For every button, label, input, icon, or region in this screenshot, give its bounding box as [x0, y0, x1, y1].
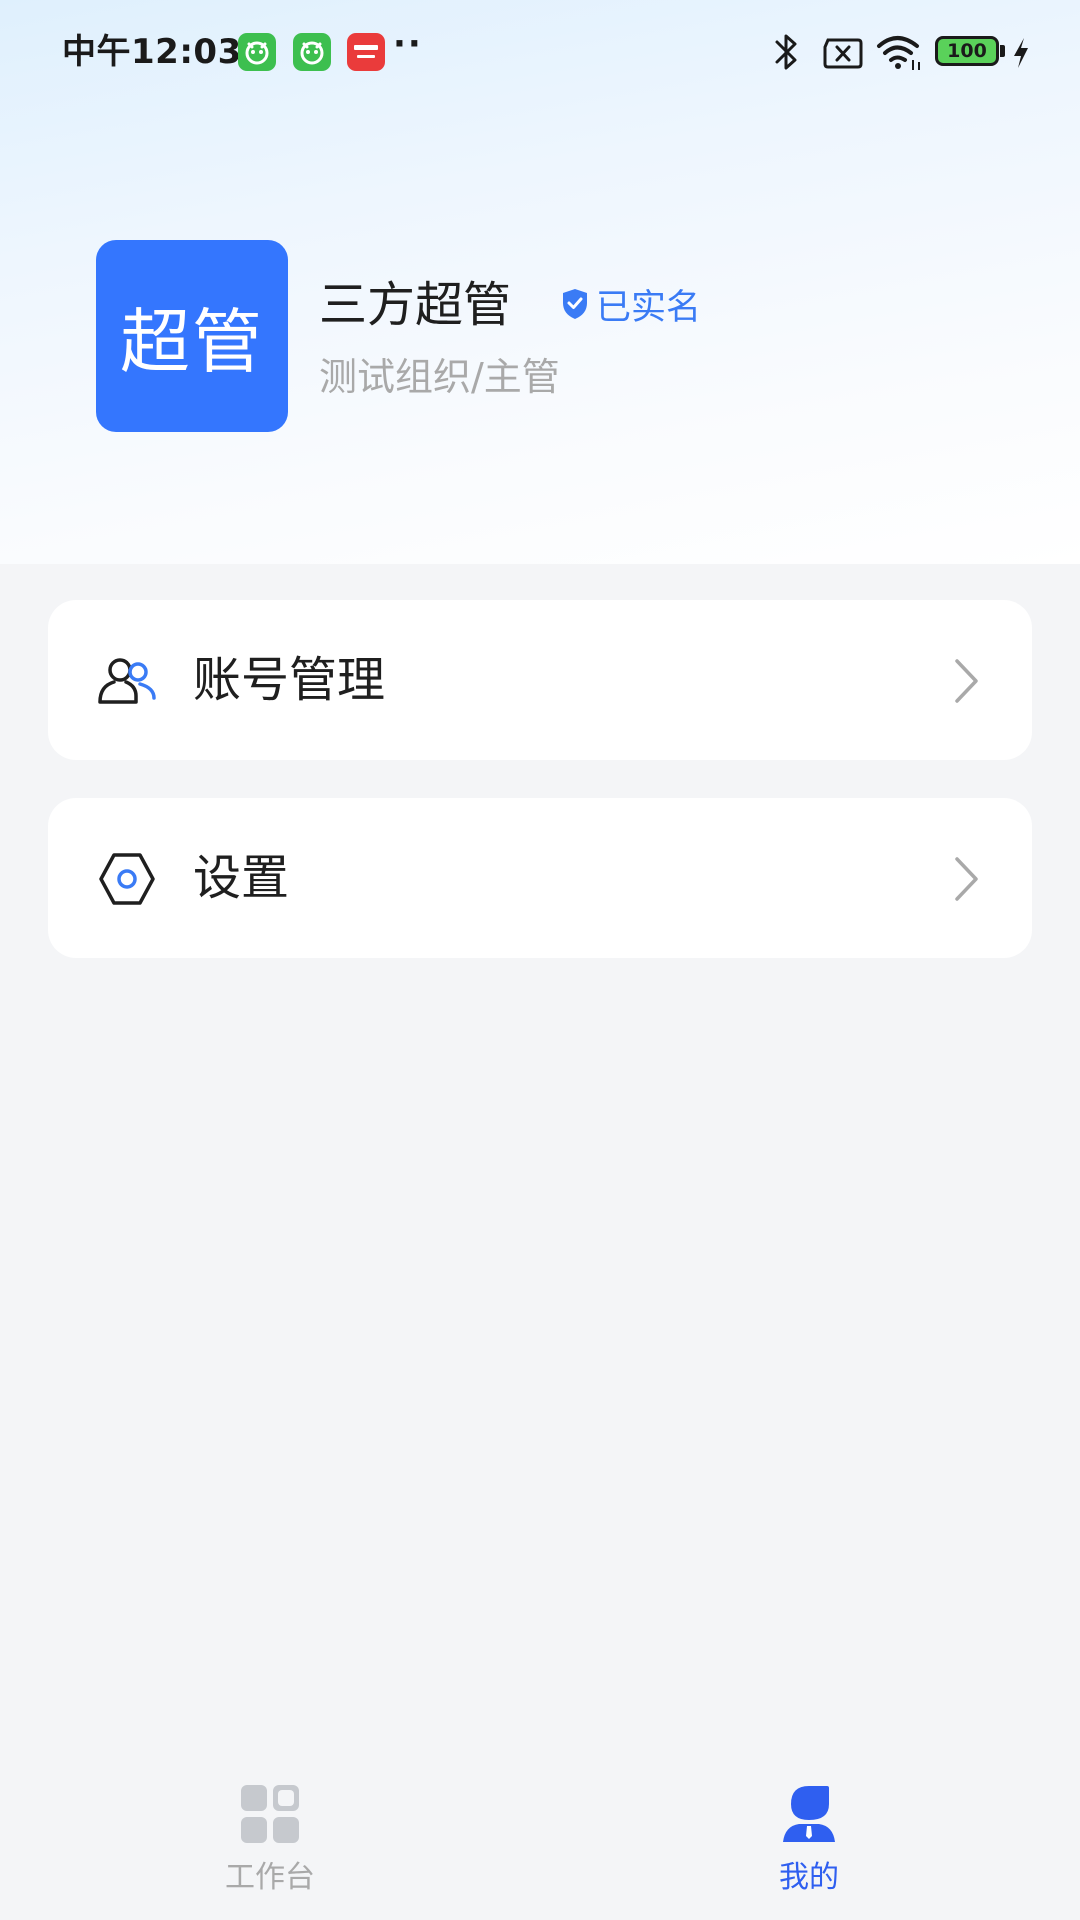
status-bar: 中午12:03 ·· 100 — [0, 0, 1080, 104]
account-group-icon — [98, 658, 156, 704]
menu-item-settings[interactable]: 设置 — [48, 798, 1032, 958]
bluetooth-icon — [775, 34, 797, 70]
menu-item-account-management[interactable]: 账号管理 — [48, 600, 1032, 760]
app-notification-icon — [347, 33, 385, 71]
avatar-text: 超管 — [120, 300, 264, 383]
app-notification-icon — [293, 33, 331, 71]
bottom-navigation: 工作台 我的 — [0, 1760, 1080, 1920]
battery-level: 100 — [947, 40, 987, 62]
verified-label: 已实名 — [596, 287, 702, 328]
wifi-icon — [877, 36, 920, 70]
no-sim-icon — [823, 38, 863, 69]
battery-icon: 100 — [935, 36, 999, 66]
chevron-right-icon — [955, 857, 978, 901]
verified-shield-icon — [563, 289, 587, 319]
profile-person-icon — [783, 1786, 835, 1842]
tab-label: 工作台 — [225, 1860, 315, 1895]
profile-organization: 测试组织/主管 — [319, 355, 560, 399]
battery-tip — [1000, 45, 1005, 57]
profile-name: 三方超管 — [319, 277, 512, 333]
avatar[interactable]: 超管 — [96, 240, 288, 432]
more-notifications-icon: ·· — [393, 24, 423, 64]
menu-item-label: 设置 — [193, 850, 290, 906]
menu-item-label: 账号管理 — [193, 652, 386, 708]
workbench-grid-icon — [241, 1785, 299, 1843]
tab-label: 我的 — [779, 1860, 839, 1895]
verified-badge: 已实名 — [560, 280, 701, 328]
charging-icon — [1014, 38, 1028, 68]
chevron-right-icon — [955, 659, 978, 703]
tab-workbench[interactable]: 工作台 — [170, 1784, 370, 1904]
settings-hexagon-icon — [99, 853, 155, 905]
status-time: 中午12:03 — [62, 32, 242, 72]
app-notification-icon — [238, 33, 276, 71]
tab-mine[interactable]: 我的 — [709, 1784, 909, 1904]
